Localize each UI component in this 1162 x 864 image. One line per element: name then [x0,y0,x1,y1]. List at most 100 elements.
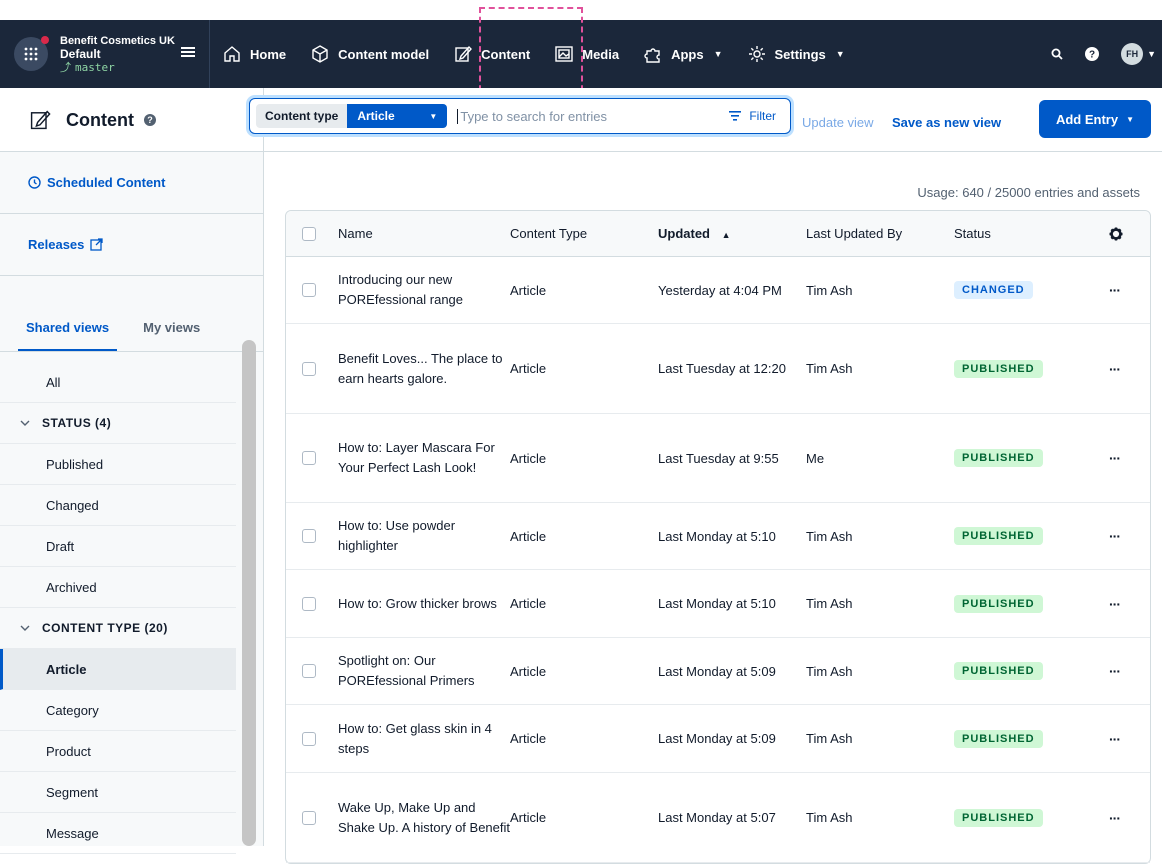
view-item-label: CONTENT TYPE (20) [42,621,168,635]
view-item[interactable]: Changed [0,485,236,526]
table-row[interactable]: Spotlight on: Our POREfessional Primers A… [286,638,1150,705]
table-row[interactable]: How to: Layer Mascara For Your Perfect L… [286,414,1150,503]
view-item-label: Article [46,661,87,677]
view-item[interactable]: Archived [0,567,236,608]
entry-updated: Last Monday at 5:09 [658,663,776,679]
view-item[interactable]: Message [0,813,236,854]
entry-name[interactable]: Benefit Loves... The place to earn heart… [338,349,510,389]
search-icon[interactable] [1051,48,1063,60]
table-row[interactable]: Benefit Loves... The place to earn heart… [286,324,1150,414]
status-badge: PUBLISHED [954,359,1043,378]
row-checkbox[interactable] [302,283,316,297]
content-type-filter[interactable]: Content type Article ▼ [256,104,448,128]
update-view-button[interactable]: Update view [802,115,874,130]
entry-name[interactable]: How to: Layer Mascara For Your Perfect L… [338,438,510,478]
user-menu[interactable]: FH ▼ [1121,43,1156,65]
table-row[interactable]: How to: Grow thicker brows Article Last Mo… [286,570,1150,638]
search-input[interactable] [457,108,730,124]
sidebar-scrollbar[interactable] [240,340,256,846]
column-content-type[interactable]: Content Type [510,226,658,241]
tab-shared-views[interactable]: Shared views [18,320,118,351]
chevron-down-icon [20,416,30,430]
status-badge: PUBLISHED [954,594,1043,613]
entry-content-type: Article [510,282,547,298]
more-actions-icon[interactable]: ··· [1109,731,1121,747]
entry-name[interactable]: Spotlight on: Our POREfessional Primers [338,651,510,691]
row-checkbox[interactable] [302,810,316,825]
column-last-updated-by[interactable]: Last Updated By [806,226,954,241]
table-row[interactable]: Introducing our new POREfessional range A… [286,257,1150,324]
hamburger-icon[interactable] [181,46,195,61]
filter-icon [729,111,742,121]
view-item[interactable]: Segment [0,772,236,813]
view-item[interactable]: Draft [0,526,236,567]
table-row[interactable]: How to: Use powder highlighter Article Las… [286,503,1150,570]
more-actions-icon[interactable]: ··· [1109,663,1121,679]
table-row[interactable]: How to: Get glass skin in 4 steps Article… [286,705,1150,773]
more-actions-icon[interactable]: ··· [1109,450,1121,466]
row-checkbox[interactable] [302,731,316,746]
view-item[interactable]: Published [0,444,236,485]
entry-content-type: Article [510,731,547,746]
space-switcher[interactable]: Benefit Cosmetics UK Default ⤴ master [0,20,210,88]
select-all-checkbox[interactable] [302,226,316,241]
save-as-new-view-button[interactable]: Save as new view [892,115,1001,130]
puzzle-icon [644,48,660,63]
row-checkbox[interactable] [302,664,316,678]
row-checkbox[interactable] [302,451,316,465]
gear-icon[interactable] [1109,227,1123,241]
more-actions-icon[interactable]: ··· [1109,528,1121,544]
nav-content-model[interactable]: Content model [298,20,441,88]
scheduled-content-link[interactable]: Scheduled Content [0,152,263,214]
column-updated[interactable]: Updated ▲ [658,226,806,241]
views-tabs: Shared views My views [0,276,263,352]
entry-name[interactable]: Wake Up, Make Up and Shake Up. A history… [338,798,510,838]
search-bar: Content type Article ▼ Filter [249,98,791,134]
entry-status: PUBLISHED [954,527,1109,545]
status-badge: PUBLISHED [954,449,1043,467]
entry-name[interactable]: How to: Get glass skin in 4 steps [338,719,510,759]
table-row[interactable]: Wake Up, Make Up and Shake Up. A history… [286,773,1150,863]
more-actions-icon[interactable]: ··· [1109,596,1121,612]
content-type-select[interactable]: Article ▼ [347,104,448,128]
image-icon [555,46,573,62]
entry-name[interactable]: How to: Grow thicker brows [338,594,510,614]
entry-updated-by: Tim Ash [806,810,853,825]
entry-updated-by: Tim Ash [806,361,853,376]
view-group-header[interactable]: STATUS (4) [0,403,236,444]
status-badge: PUBLISHED [954,662,1043,680]
scrollbar-thumb[interactable] [242,340,256,846]
view-item[interactable]: Product [0,731,236,772]
main-navbar: Benefit Cosmetics UK Default ⤴ master Ho… [0,20,1162,88]
row-checkbox[interactable] [302,596,316,611]
help-icon[interactable]: ? [143,114,156,126]
filter-button[interactable]: Filter [729,109,784,123]
view-item-label: Archived [46,579,97,595]
entry-status: PUBLISHED [954,594,1109,613]
column-name[interactable]: Name [338,224,510,244]
view-list: All STATUS (4) Published Changed Draft Archiv… [0,362,236,854]
nav-settings[interactable]: Settings ▼ [735,20,857,88]
view-item[interactable]: Article [0,649,236,690]
column-status[interactable]: Status [954,226,1109,241]
more-actions-icon[interactable]: ··· [1109,282,1121,298]
releases-link[interactable]: Releases [0,214,263,276]
row-checkbox[interactable] [302,529,316,543]
nav-home[interactable]: Home [210,20,298,88]
entry-updated: Last Monday at 5:10 [658,528,776,544]
more-actions-icon[interactable]: ··· [1109,810,1121,826]
entry-updated: Last Tuesday at 12:20 [658,361,786,376]
view-item[interactable]: All [0,362,236,403]
help-icon[interactable]: ? [1085,47,1100,61]
nav-content[interactable]: Content [441,20,542,88]
tab-my-views[interactable]: My views [143,320,200,351]
entry-name[interactable]: Introducing our new POREfessional range [338,270,510,310]
add-entry-button[interactable]: Add Entry ▼ [1039,100,1151,138]
nav-apps[interactable]: Apps ▼ [631,20,734,88]
row-checkbox[interactable] [302,361,316,376]
more-actions-icon[interactable]: ··· [1109,361,1121,377]
view-group-header[interactable]: CONTENT TYPE (20) [0,608,236,649]
entry-name[interactable]: How to: Use powder highlighter [338,516,510,556]
nav-media[interactable]: Media [542,20,631,88]
view-item[interactable]: Category [0,690,236,731]
